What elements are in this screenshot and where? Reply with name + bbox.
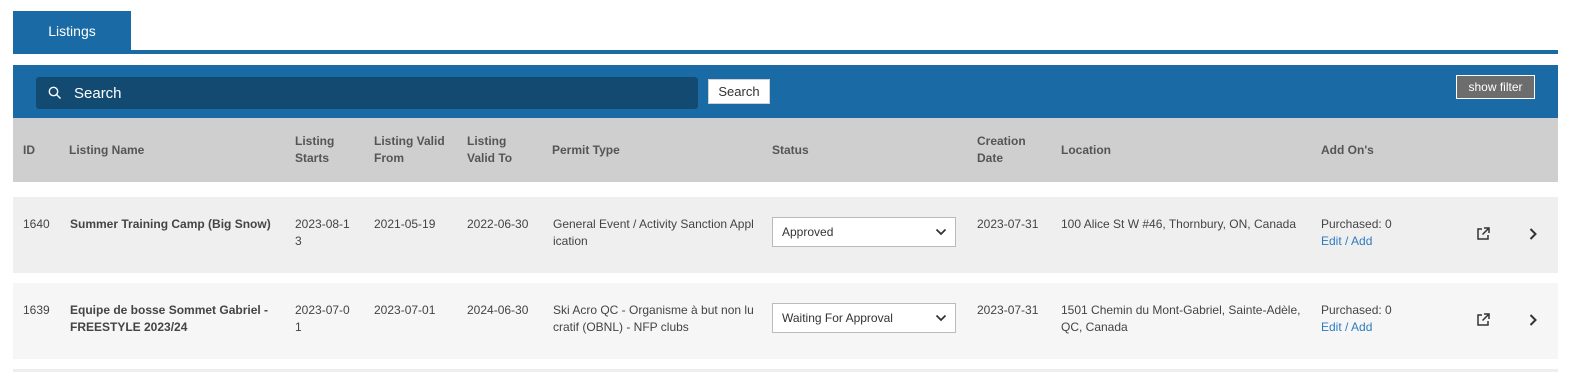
row-divider	[13, 369, 1558, 372]
cell-valid-from: 2023-07-01	[374, 303, 436, 317]
table-header: ID Listing Name Listing Starts Listing Va…	[13, 118, 1558, 182]
cell-permit-type: General Event / Activity Sanction Appl ic…	[553, 217, 754, 248]
cell-listing-name: Equipe de bosse Sommet Gabriel - FREESTYL…	[70, 303, 269, 334]
cell-listing-starts: 2023-08-1 3	[295, 217, 350, 248]
search-icon	[48, 85, 64, 101]
chevron-right-icon[interactable]	[1528, 227, 1538, 241]
edit-add-link[interactable]: Edit / Add	[1321, 319, 1392, 336]
cell-add-ons: Purchased: 0 Edit / Add	[1321, 216, 1392, 250]
show-filter-button[interactable]: show filter	[1456, 75, 1535, 99]
tab-label: Listings	[48, 23, 96, 39]
header-valid-to[interactable]: Listing Valid To	[467, 118, 512, 182]
header-permit-type[interactable]: Permit Type	[552, 118, 620, 182]
cell-location: 1501 Chemin du Mont-Gabriel, Sainte-Adèl…	[1061, 303, 1301, 334]
cell-location: 100 Alice St W #46, Thornbury, ON, Canad…	[1061, 217, 1297, 231]
tab-bar: Listings	[13, 11, 1558, 55]
status-value: Approved	[782, 225, 834, 239]
cell-valid-to: 2024-06-30	[467, 303, 529, 317]
cell-listing-starts: 2023-07-0 1	[295, 303, 350, 334]
status-select[interactable]: Approved	[772, 217, 956, 247]
status-select[interactable]: Waiting For Approval	[772, 303, 956, 333]
search-input[interactable]	[72, 83, 676, 103]
external-link-icon[interactable]	[1475, 312, 1491, 328]
edit-add-link[interactable]: Edit / Add	[1321, 233, 1392, 250]
status-value: Waiting For Approval	[782, 311, 893, 325]
chevron-down-icon	[935, 226, 947, 238]
header-listing-name[interactable]: Listing Name	[69, 118, 144, 182]
chevron-right-icon[interactable]	[1528, 313, 1538, 327]
purchased-count: Purchased: 0	[1321, 217, 1392, 231]
search-button[interactable]: Search	[708, 79, 770, 104]
cell-add-ons: Purchased: 0 Edit / Add	[1321, 302, 1392, 336]
table-row[interactable]: 1640 Summer Training Camp (Big Snow) 202…	[13, 197, 1558, 273]
cell-creation-date: 2023-07-31	[977, 217, 1039, 231]
table-row[interactable]: 1639 Equipe de bosse Sommet Gabriel - FRE…	[13, 283, 1558, 359]
cell-valid-to: 2022-06-30	[467, 217, 529, 231]
tab-underline	[13, 50, 1558, 54]
header-listing-starts[interactable]: Listing Starts	[295, 118, 334, 182]
header-valid-from[interactable]: Listing Valid From	[374, 118, 445, 182]
cell-valid-from: 2021-05-19	[374, 217, 436, 231]
header-add-ons[interactable]: Add On's	[1321, 118, 1374, 182]
chevron-down-icon	[935, 312, 947, 324]
cell-creation-date: 2023-07-31	[977, 303, 1039, 317]
header-location[interactable]: Location	[1061, 118, 1111, 182]
tab-listings[interactable]: Listings	[13, 11, 131, 51]
header-creation-date[interactable]: Creation Date	[977, 118, 1026, 182]
cell-id: 1639	[23, 303, 50, 317]
external-link-icon[interactable]	[1475, 226, 1491, 242]
search-box[interactable]	[36, 77, 698, 109]
cell-permit-type: Ski Acro QC - Organisme à but non lu crat…	[553, 303, 754, 334]
header-status[interactable]: Status	[772, 118, 809, 182]
cell-id: 1640	[23, 217, 50, 231]
header-id[interactable]: ID	[23, 118, 35, 182]
search-toolbar: Search show filter	[13, 65, 1558, 118]
cell-listing-name: Summer Training Camp (Big Snow)	[70, 217, 271, 231]
purchased-count: Purchased: 0	[1321, 303, 1392, 317]
